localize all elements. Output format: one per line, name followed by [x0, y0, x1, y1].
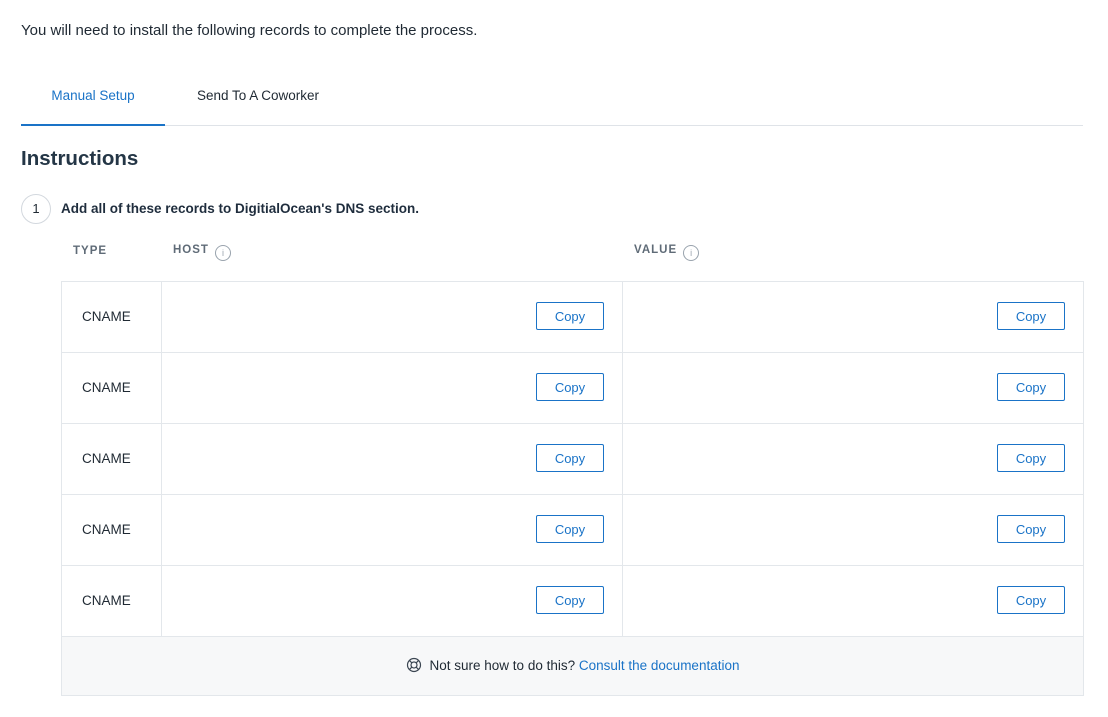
intro-text: You will need to install the following r…: [21, 22, 478, 39]
header-value: VALUE i: [634, 244, 700, 261]
table-row: CNAME Copy Copy: [62, 495, 1083, 566]
copy-value-button[interactable]: Copy: [997, 515, 1065, 543]
documentation-link[interactable]: Consult the documentation: [579, 658, 740, 673]
type-cell: CNAME: [62, 495, 162, 565]
copy-value-button[interactable]: Copy: [997, 444, 1065, 472]
tab-manual-setup[interactable]: Manual Setup: [21, 82, 165, 126]
value-cell: Copy: [623, 495, 1083, 565]
header-host-label: HOST: [173, 244, 209, 256]
type-cell: CNAME: [62, 353, 162, 423]
table-row: CNAME Copy Copy: [62, 566, 1083, 637]
header-value-label: VALUE: [634, 244, 678, 256]
type-cell: CNAME: [62, 282, 162, 352]
copy-value-button[interactable]: Copy: [997, 302, 1065, 330]
record-type: CNAME: [82, 451, 131, 466]
copy-host-button[interactable]: Copy: [536, 444, 604, 472]
help-text: Not sure how to do this?: [429, 658, 576, 673]
host-cell: Copy: [162, 495, 623, 565]
header-type-label: TYPE: [73, 245, 108, 257]
info-icon[interactable]: i: [214, 245, 231, 261]
value-cell: Copy: [623, 282, 1083, 352]
type-cell: CNAME: [62, 566, 162, 636]
value-cell: Copy: [623, 424, 1083, 494]
host-cell: Copy: [162, 566, 623, 636]
copy-value-button[interactable]: Copy: [997, 373, 1065, 401]
header-host: HOST i: [173, 244, 231, 261]
value-cell: Copy: [623, 353, 1083, 423]
table-row: CNAME Copy Copy: [62, 353, 1083, 424]
copy-value-button[interactable]: Copy: [997, 586, 1065, 614]
copy-host-button[interactable]: Copy: [536, 302, 604, 330]
record-type: CNAME: [82, 380, 131, 395]
dns-records-table: CNAME Copy Copy CNAME Copy Copy CNAME Co…: [61, 281, 1084, 696]
tab-send-to-coworker[interactable]: Send To A Coworker: [165, 82, 351, 124]
copy-host-button[interactable]: Copy: [536, 586, 604, 614]
section-title: Instructions: [21, 147, 139, 170]
table-row: CNAME Copy Copy: [62, 424, 1083, 495]
lifebuoy-icon: [406, 640, 422, 698]
record-type: CNAME: [82, 309, 131, 324]
step-instruction: Add all of these records to DigitialOcea…: [61, 201, 420, 216]
host-cell: Copy: [162, 353, 623, 423]
step-number: 1: [21, 194, 51, 224]
record-type: CNAME: [82, 593, 131, 608]
type-cell: CNAME: [62, 424, 162, 494]
table-row: CNAME Copy Copy: [62, 282, 1083, 353]
info-icon[interactable]: i: [683, 245, 700, 261]
host-cell: Copy: [162, 282, 623, 352]
host-cell: Copy: [162, 424, 623, 494]
record-type: CNAME: [82, 522, 131, 537]
value-cell: Copy: [623, 566, 1083, 636]
help-footer: Not sure how to do this? Consult the doc…: [62, 637, 1083, 695]
tab-bar: Manual Setup Send To A Coworker: [21, 82, 1083, 126]
header-type: TYPE: [73, 245, 107, 257]
copy-host-button[interactable]: Copy: [536, 373, 604, 401]
copy-host-button[interactable]: Copy: [536, 515, 604, 543]
